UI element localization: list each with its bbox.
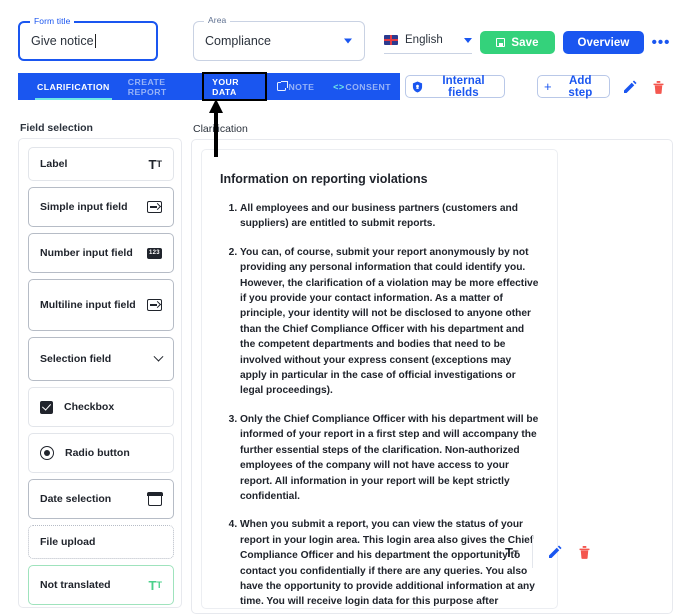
tab-label: CLARIFICATION — [37, 81, 110, 92]
field-item-label[interactable]: Label TT — [28, 147, 174, 181]
top-toolbar: Form title Give notice Area Compliance E… — [0, 0, 688, 70]
field-item-label-text: Simple input field — [40, 201, 128, 213]
internal-fields-button[interactable]: Internal fields — [405, 74, 505, 99]
add-step-label: Add step — [568, 74, 593, 99]
field-item-label-text: Number input field — [40, 247, 133, 259]
field-item-label-text: Radio button — [65, 447, 130, 459]
tab-consent[interactable]: <> CONSENT — [323, 73, 400, 100]
save-button-label: Save — [511, 36, 539, 49]
field-item-number-input[interactable]: Number input field 123 — [28, 233, 174, 273]
internal-fields-label: Internal fields — [442, 74, 485, 99]
field-item-label-text: Label — [40, 158, 68, 170]
document-paragraph-list: All employees and our business partners … — [220, 201, 539, 608]
tab-label: CREATE REPORT — [127, 76, 167, 97]
language-selector[interactable]: English — [384, 27, 472, 54]
field-item-radio-button[interactable]: Radio button — [28, 433, 174, 473]
field-item-file-upload[interactable]: File upload — [28, 525, 174, 559]
field-item-label-text: Checkbox — [64, 401, 115, 413]
shield-icon — [412, 81, 423, 93]
checkbox-checked-icon — [40, 400, 53, 414]
text-format-icon: TT — [148, 156, 162, 172]
field-item-date-selection[interactable]: Date selection — [28, 479, 174, 519]
number-123-icon: 123 — [147, 247, 162, 259]
app-root: Form title Give notice Area Compliance E… — [0, 0, 688, 616]
chevron-down-icon — [153, 351, 164, 363]
form-title-input[interactable]: Give notice — [31, 34, 94, 48]
field-item-multiline-input[interactable]: Multiline input field — [28, 279, 174, 331]
plus-icon: + — [544, 79, 552, 94]
language-label: English — [405, 34, 443, 46]
uk-flag-icon — [384, 35, 398, 45]
text-format-icon[interactable]: TT — [505, 545, 518, 560]
form-title-field[interactable]: Form title Give notice — [18, 16, 158, 61]
save-button[interactable]: Save — [480, 31, 555, 54]
field-item-selection-field[interactable]: Selection field — [28, 337, 174, 381]
tab-label: NOTE — [288, 81, 315, 92]
field-item-not-translated[interactable]: Not translated TT — [28, 565, 174, 605]
radio-selected-icon — [40, 446, 54, 460]
list-item: When you submit a report, you can view t… — [240, 517, 539, 608]
step-tab-bar: CLARIFICATION CREATE REPORT YOUR DATA NO… — [18, 72, 400, 101]
list-item: Only the Chief Compliance Officer with h… — [240, 412, 539, 504]
form-title-value-wrap: Give notice — [31, 23, 96, 59]
save-disk-icon — [496, 38, 506, 47]
overview-button-label: Overview — [577, 36, 630, 49]
pencil-icon[interactable] — [547, 544, 563, 560]
field-item-label-text: File upload — [40, 536, 96, 548]
more-options-button[interactable]: ••• — [650, 31, 672, 54]
field-item-label-text: Date selection — [40, 493, 112, 505]
tab-your-data[interactable]: YOUR DATA — [202, 72, 268, 101]
field-selection-panel: Label TT Simple input field Number input… — [18, 138, 182, 608]
trash-icon[interactable] — [651, 79, 666, 95]
chevron-down-icon — [344, 38, 352, 44]
overview-button[interactable]: Overview — [563, 31, 644, 54]
trash-icon[interactable] — [577, 544, 592, 560]
input-arrow-icon — [147, 201, 162, 213]
content-section-label: Clarification — [193, 123, 248, 135]
chevron-down-icon — [464, 37, 472, 43]
add-step-button[interactable]: + Add step — [537, 74, 610, 99]
code-brackets-icon: <> — [333, 81, 345, 92]
external-link-icon — [275, 80, 288, 91]
text-cursor — [94, 34, 96, 48]
clarification-content-panel: Information on reporting violations All … — [191, 139, 673, 614]
field-item-label-text: Not translated — [40, 579, 111, 591]
document-card-toolbar: TT — [505, 536, 592, 568]
document-title: Information on reporting violations — [220, 172, 428, 186]
area-value: Compliance — [205, 34, 272, 48]
field-item-label-text: Selection field — [40, 353, 112, 365]
tab-clarification[interactable]: CLARIFICATION — [28, 73, 119, 100]
list-item: You can, of course, submit your report a… — [240, 245, 539, 399]
list-item: All employees and our business partners … — [240, 201, 539, 232]
calendar-icon — [147, 491, 163, 506]
ellipsis-icon: ••• — [651, 33, 671, 51]
field-item-label-text: Multiline input field — [40, 299, 136, 311]
input-arrow-icon — [147, 299, 162, 311]
pencil-icon[interactable] — [622, 79, 638, 95]
tab-label: YOUR DATA — [212, 76, 239, 97]
tab-note[interactable]: NOTE — [266, 73, 323, 100]
field-item-simple-input[interactable]: Simple input field — [28, 187, 174, 227]
area-select[interactable]: Area Compliance — [193, 15, 365, 61]
text-format-icon-green: TT — [148, 577, 162, 593]
field-selection-title: Field selection — [20, 122, 93, 134]
toolbar-divider — [532, 536, 534, 568]
field-item-checkbox[interactable]: Checkbox — [28, 387, 174, 427]
tab-create-report[interactable]: CREATE REPORT — [119, 73, 203, 100]
tab-label: CONSENT — [345, 81, 391, 92]
